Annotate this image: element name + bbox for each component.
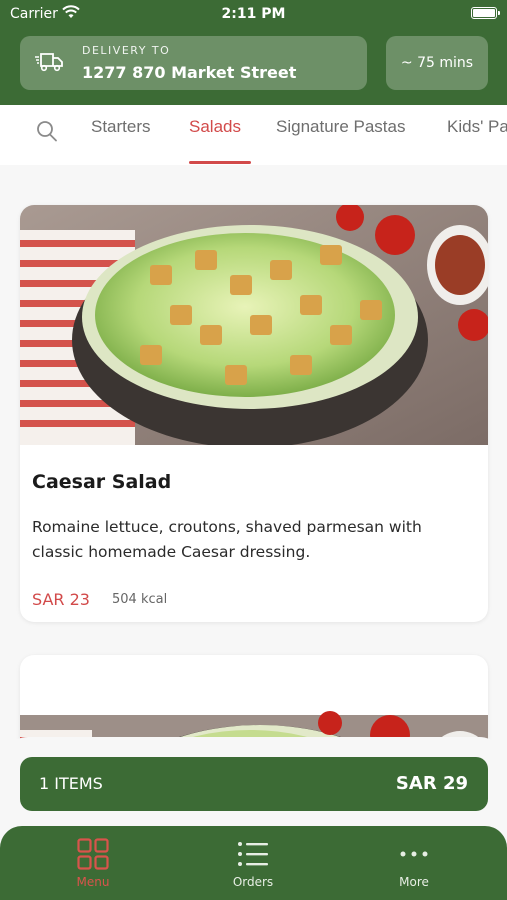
caesar-salad-photo <box>20 205 488 445</box>
item-description: Romaine lettuce, croutons, shaved parmes… <box>32 518 422 561</box>
category-tabbar: Starters Salads Signature Pastas Kids' P… <box>0 105 507 165</box>
menu-item-card[interactable]: Caesar Salad Romaine lettuce, croutons, … <box>20 205 488 622</box>
item-price: SAR 23 <box>32 590 90 609</box>
delivery-label: DELIVERY TO <box>82 44 171 57</box>
nav-menu-label: Menu <box>76 875 110 889</box>
nav-more-label: More <box>399 875 429 889</box>
active-tab-indicator <box>189 161 251 164</box>
bottom-nav: Menu Orders More <box>0 826 507 900</box>
tab-signature-pastas[interactable]: Signature Pastas <box>276 117 405 137</box>
nav-more[interactable]: More <box>354 838 474 889</box>
nav-menu[interactable]: Menu <box>33 838 153 889</box>
search-icon[interactable] <box>36 119 58 143</box>
status-bar: Carrier 2:11 PM <box>0 0 507 30</box>
view-cart-button[interactable]: 1 ITEMS SAR 29 <box>20 757 488 811</box>
item-calories: 504 kcal <box>112 592 168 607</box>
cart-item-count: 1 ITEMS <box>39 774 103 793</box>
tab-salads[interactable]: Salads <box>189 117 241 137</box>
status-time: 2:11 PM <box>221 6 286 22</box>
tab-starters[interactable]: Starters <box>91 117 151 137</box>
nav-orders[interactable]: Orders <box>193 838 313 889</box>
nav-orders-label: Orders <box>232 875 274 889</box>
eta-badge[interactable]: ~ 75 mins <box>386 36 488 90</box>
list-icon <box>238 842 268 866</box>
battery-icon <box>471 7 500 19</box>
delivery-address: 1277 870 Market Street <box>82 63 297 82</box>
item-name: Caesar Salad <box>32 471 172 493</box>
header: Carrier 2:11 PM DELIVERY TO 1277 870 Mar… <box>0 0 507 105</box>
more-dots-icon <box>400 851 428 857</box>
tab-kids-pasta[interactable]: Kids' Pasta <box>447 117 507 137</box>
grid-icon <box>77 838 109 870</box>
cart-total: SAR 29 <box>395 773 468 794</box>
delivery-address-button[interactable]: DELIVERY TO 1277 870 Market Street <box>20 36 367 90</box>
delivery-truck-icon <box>35 53 63 72</box>
